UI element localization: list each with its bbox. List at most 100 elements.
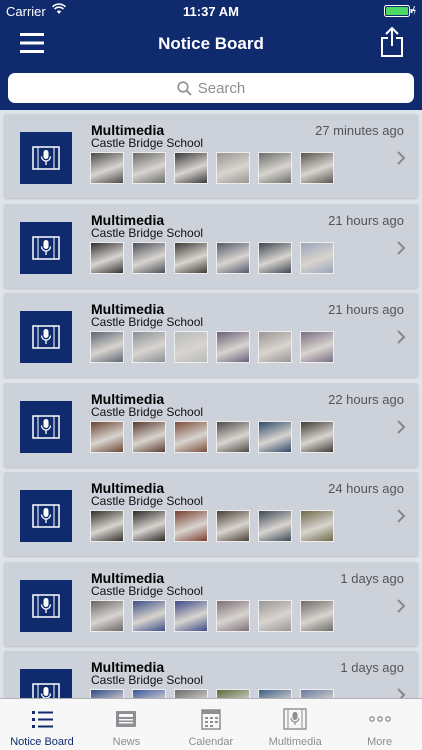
photo-thumbnail[interactable]: [132, 599, 166, 632]
multimedia-icon: [20, 400, 72, 453]
photo-thumbnail[interactable]: [90, 331, 124, 363]
tab-label: Multimedia: [268, 736, 322, 748]
tab-multimedia[interactable]: Multimedia: [253, 699, 337, 750]
photo-thumbnail[interactable]: [174, 331, 208, 363]
photo-thumbnail[interactable]: [258, 599, 292, 632]
tab-label: Calendar: [188, 736, 234, 748]
status-bar: Carrier 11:37 AM: [0, 0, 422, 22]
photo-thumbnail[interactable]: [258, 241, 292, 274]
notice-card[interactable]: Multimedia Castle Bridge School 22 hours a…: [4, 382, 418, 467]
photo-thumbnail[interactable]: [132, 510, 166, 542]
battery-icon: [384, 5, 416, 17]
notice-subtitle: Castle Bridge School: [91, 225, 204, 240]
notice-list[interactable]: Multimedia Castle Bridge School 27 minutes…: [0, 110, 422, 698]
photo-thumbnail[interactable]: [300, 510, 334, 542]
chevron-right-icon: [397, 688, 406, 698]
tab-news[interactable]: News: [84, 699, 168, 750]
photo-thumbnail[interactable]: [216, 152, 250, 184]
photo-thumbnail[interactable]: [90, 420, 124, 453]
photo-thumbnail[interactable]: [216, 599, 250, 632]
notice-time: 21 hours ago: [328, 212, 404, 228]
photo-thumbnail[interactable]: [300, 689, 334, 698]
photo-thumbnail[interactable]: [90, 152, 124, 184]
multimedia-icon: [20, 311, 72, 363]
thumbnail-strip: [90, 152, 334, 184]
notice-card[interactable]: Multimedia Castle Bridge School 1 days ago: [4, 561, 418, 646]
nav-bar: Notice Board: [0, 22, 422, 66]
chevron-right-icon: [397, 419, 406, 434]
photo-thumbnail[interactable]: [216, 689, 250, 698]
tab-more[interactable]: More: [338, 699, 422, 750]
notice-time: 27 minutes ago: [315, 123, 404, 138]
photo-thumbnail[interactable]: [216, 510, 250, 542]
multimedia-icon: [20, 490, 72, 542]
thumbnail-strip: [90, 510, 334, 542]
photo-thumbnail[interactable]: [216, 420, 250, 453]
tab-bar: Notice Board News Calendar Multimedia More: [0, 698, 422, 750]
chevron-right-icon: [397, 151, 406, 165]
photo-thumbnail[interactable]: [90, 241, 124, 274]
share-icon[interactable]: [380, 26, 404, 58]
newspaper-icon: [116, 711, 137, 727]
photo-thumbnail[interactable]: [174, 510, 208, 542]
more-icon: [368, 716, 391, 722]
tab-calendar[interactable]: Calendar: [169, 699, 253, 750]
photo-thumbnail[interactable]: [90, 510, 124, 542]
photo-thumbnail[interactable]: [300, 420, 334, 453]
notice-card[interactable]: Multimedia Castle Bridge School 27 minutes…: [4, 114, 418, 198]
multimedia-icon: [283, 708, 307, 730]
tab-label: Notice Board: [10, 736, 74, 748]
notice-time: 24 hours ago: [328, 481, 404, 496]
notice-time: 1 days ago: [340, 660, 404, 675]
photo-thumbnail[interactable]: [132, 241, 166, 274]
notice-card[interactable]: Multimedia Castle Bridge School 24 hours a…: [4, 472, 418, 556]
photo-thumbnail[interactable]: [300, 152, 334, 184]
chevron-right-icon: [397, 330, 406, 344]
photo-thumbnail[interactable]: [258, 689, 292, 698]
tab-notice-board[interactable]: Notice Board: [0, 699, 84, 750]
photo-thumbnail[interactable]: [132, 420, 166, 453]
photo-thumbnail[interactable]: [300, 599, 334, 632]
thumbnail-strip: [90, 689, 334, 698]
page-title: Notice Board: [158, 34, 264, 53]
photo-thumbnail[interactable]: [174, 599, 208, 632]
notice-card[interactable]: Multimedia Castle Bridge School 21 hours a…: [4, 203, 418, 288]
list-icon: [32, 711, 53, 728]
photo-thumbnail[interactable]: [90, 689, 124, 698]
search-input[interactable]: Search: [8, 73, 414, 103]
photo-thumbnail[interactable]: [90, 599, 124, 632]
photo-thumbnail[interactable]: [216, 241, 250, 274]
photo-thumbnail[interactable]: [300, 241, 334, 274]
photo-thumbnail[interactable]: [174, 152, 208, 184]
photo-thumbnail[interactable]: [258, 331, 292, 363]
notice-card[interactable]: Multimedia Castle Bridge School 1 days ago: [4, 651, 418, 698]
photo-thumbnail[interactable]: [132, 689, 166, 698]
search-placeholder: Search: [197, 79, 246, 97]
notice-time: 1 days ago: [340, 570, 404, 586]
photo-thumbnail[interactable]: [132, 331, 166, 363]
thumbnail-strip: [90, 420, 334, 453]
chevron-right-icon: [397, 240, 406, 255]
notice-subtitle: Castle Bridge School: [91, 494, 204, 508]
thumbnail-strip: [90, 599, 334, 632]
notice-time: 21 hours ago: [328, 302, 404, 317]
notice-subtitle: Castle Bridge School: [91, 136, 204, 150]
notice-card[interactable]: Multimedia Castle Bridge School 21 hours a…: [4, 293, 418, 377]
photo-thumbnail[interactable]: [132, 152, 166, 184]
search-icon: [177, 80, 192, 96]
photo-thumbnail[interactable]: [174, 241, 208, 274]
status-time: 11:37 AM: [183, 4, 239, 19]
photo-thumbnail[interactable]: [258, 510, 292, 542]
photo-thumbnail[interactable]: [258, 152, 292, 184]
photo-thumbnail[interactable]: [300, 331, 334, 363]
notice-subtitle: Castle Bridge School: [91, 315, 204, 329]
photo-thumbnail[interactable]: [174, 420, 208, 453]
photo-thumbnail[interactable]: [174, 689, 208, 698]
notice-time: 22 hours ago: [328, 391, 404, 407]
photo-thumbnail[interactable]: [216, 331, 250, 363]
photo-thumbnail[interactable]: [258, 420, 292, 453]
multimedia-icon: [20, 579, 72, 632]
chevron-right-icon: [397, 598, 406, 613]
multimedia-icon: [20, 221, 72, 274]
notice-subtitle: Castle Bridge School: [91, 404, 204, 419]
